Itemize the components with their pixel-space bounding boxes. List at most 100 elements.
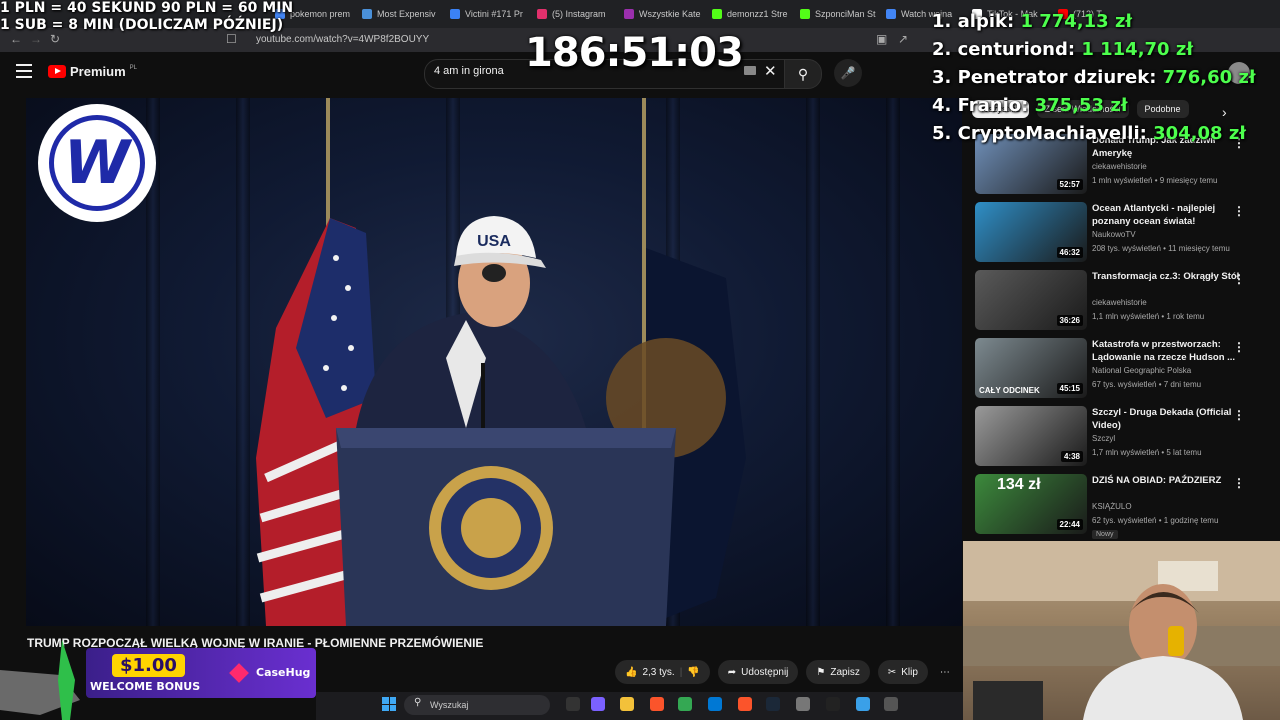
thumbnail-caption: CAŁY ODCINEK: [979, 386, 1040, 395]
donation-amount: 375,53 zł: [1034, 95, 1128, 116]
donation-rule-line: 1 PLN = 40 SEKUND 90 PLN = 60 MIN: [0, 0, 294, 16]
share-label: Udostępnij: [741, 666, 789, 678]
recommendation-meta: 208 tys. wyświetleń • 11 miesięcy temu: [1092, 244, 1230, 253]
steam-icon[interactable]: [766, 697, 780, 711]
browser-icon[interactable]: [738, 697, 752, 711]
bookmark-icon[interactable]: ☐: [226, 32, 237, 46]
donation-amount: 304,08 zł: [1153, 123, 1246, 144]
share-button[interactable]: ➦ Udostępnij: [717, 660, 799, 684]
tab-favicon-icon: [537, 9, 547, 19]
clip-button[interactable]: ✂ Klip: [877, 660, 928, 684]
recommendation-thumbnail[interactable]: 45:15 CAŁY ODCINEK: [975, 338, 1087, 398]
clip-label: Klip: [901, 666, 918, 678]
leaderboard-entry: 3. Penetrator dziurek: 776,60 zł: [932, 64, 1256, 92]
windows-start-icon[interactable]: [382, 697, 396, 711]
search-button[interactable]: ⚲: [784, 59, 822, 89]
mic-icon: 🎤: [840, 66, 856, 80]
tab-favicon-icon: [712, 9, 722, 19]
donor-name: 4. Franio:: [932, 95, 1035, 116]
recommendation-meta: 1,1 mln wyświetleń • 1 rok temu: [1092, 312, 1205, 321]
recommendation-title[interactable]: Szczyl - Druga Dekada (Official Video): [1092, 406, 1242, 432]
leaderboard-entry: 1. alpik: 1 774,13 zł: [932, 8, 1256, 36]
recommendation-title[interactable]: Ocean Atlantycki - najlepiej poznany oce…: [1092, 202, 1242, 228]
recommendation-thumbnail[interactable]: 46:32: [975, 202, 1087, 262]
video-duration: 36:26: [1056, 315, 1083, 326]
more-options-icon[interactable]: ⋮: [1233, 340, 1245, 354]
reload-icon[interactable]: ↻: [50, 32, 60, 46]
more-options-icon[interactable]: ⋮: [1233, 476, 1245, 490]
channel-watermark: W: [38, 104, 156, 222]
brave-icon[interactable]: [650, 697, 664, 711]
donation-amount: 1 774,13 zł: [1020, 11, 1133, 32]
subathon-timer: 186:51:03: [525, 30, 744, 76]
recommendation-title[interactable]: DZIŚ NA OBIAD: PAŹDZIERZ: [1092, 474, 1242, 487]
recommendation-channel[interactable]: KSIĄŻULO: [1092, 502, 1132, 511]
copilot-icon[interactable]: [591, 697, 605, 711]
tab-favicon-icon: [362, 9, 372, 19]
scissors-icon: ✂: [887, 666, 897, 678]
recommendation-item[interactable]: 22:44 134 zł DZIŚ NA OBIAD: PAŹDZIERZ KSIĄŻ…: [975, 474, 1265, 539]
browser-tab[interactable]: SzponciMan St: [800, 4, 882, 24]
tab-label: (5) Instagram: [552, 9, 606, 19]
browser-tab[interactable]: Wszystkie Kate: [624, 4, 706, 24]
taskbar-search[interactable]: Wyszukaj: [404, 695, 550, 715]
settings-icon[interactable]: [796, 697, 810, 711]
recommendation-item[interactable]: 36:26 Transformacja cz.3: Okrągły Stół cie…: [975, 270, 1265, 330]
more-actions-button[interactable]: ⋯: [936, 660, 954, 684]
recommendation-item[interactable]: 4:38 Szczyl - Druga Dekada (Official Vide…: [975, 406, 1265, 466]
donation-amount: 776,60 zł: [1162, 67, 1256, 88]
file-explorer-icon[interactable]: [566, 697, 580, 711]
share-page-icon[interactable]: ↗: [898, 32, 908, 46]
recommendation-channel[interactable]: NaukowoTV: [1092, 230, 1136, 239]
calculator-icon[interactable]: [884, 697, 898, 711]
search-input[interactable]: 4 am in girona: [434, 65, 504, 77]
channel-logo: W: [49, 115, 145, 211]
recommendation-channel[interactable]: National Geographic Polska: [1092, 366, 1191, 375]
like-button[interactable]: 👍 2,3 tys. | 👎: [615, 660, 710, 684]
leaderboard-entry: 2. centuriond: 1 114,70 zł: [932, 36, 1256, 64]
recommendation-thumbnail[interactable]: 22:44 134 zł: [975, 474, 1087, 534]
leaderboard-entry: 4. Franio: 375,53 zł: [932, 92, 1256, 120]
notepad-icon[interactable]: [856, 697, 870, 711]
video-player[interactable]: USA W: [26, 98, 962, 626]
browser-tab[interactable]: demonzz1 Stre: [712, 4, 794, 24]
thumbs-down-icon[interactable]: 👎: [687, 667, 699, 678]
recommendation-thumbnail[interactable]: 4:38: [975, 406, 1087, 466]
back-icon[interactable]: ←: [10, 32, 22, 46]
recommendation-meta: 1 mln wyświetleń • 9 miesięcy temu: [1092, 176, 1218, 185]
cast-icon[interactable]: ▣: [876, 32, 887, 46]
youtube-play-icon: [48, 65, 66, 78]
thumbnail-caption: 134 zł: [997, 476, 1041, 493]
recommendation-item[interactable]: 45:15 CAŁY ODCINEK Katastrofa w przestworz…: [975, 338, 1265, 398]
webcam-scene: [963, 541, 1280, 720]
clear-search-icon[interactable]: ✕: [764, 62, 777, 80]
tab-label: pokemon prem: [290, 9, 351, 19]
more-options-icon[interactable]: ⋮: [1233, 408, 1245, 422]
obs-icon[interactable]: [826, 697, 840, 711]
mic-button[interactable]: 🎤: [834, 59, 862, 87]
chrome-icon[interactable]: [678, 697, 692, 711]
menu-icon[interactable]: [16, 64, 32, 78]
promo-banner: $1.00 WELCOME BONUS CaseHug: [0, 640, 320, 720]
browser-tab[interactable]: (5) Instagram: [537, 4, 619, 24]
more-options-icon[interactable]: ⋮: [1233, 204, 1245, 218]
recommendation-channel[interactable]: Szczyl: [1092, 434, 1115, 443]
forward-icon[interactable]: →: [30, 32, 42, 46]
store-icon[interactable]: [708, 697, 722, 711]
video-duration: 46:32: [1056, 247, 1083, 258]
recommendation-thumbnail[interactable]: 36:26: [975, 270, 1087, 330]
video-actions: 👍 2,3 tys. | 👎 ➦ Udostępnij ⚑ Zapisz ✂ Klip ⋯: [615, 660, 954, 684]
recommendation-channel[interactable]: ciekawehistorie: [1092, 162, 1147, 171]
browser-tab[interactable]: Most Expensiv: [362, 4, 444, 24]
more-options-icon[interactable]: ⋮: [1233, 272, 1245, 286]
keyboard-icon[interactable]: [744, 66, 756, 75]
recommendation-item[interactable]: 46:32 Ocean Atlantycki - najlepiej poznan…: [975, 202, 1265, 262]
folder-icon[interactable]: [620, 697, 634, 711]
recommendation-title[interactable]: Katastrofa w przestworzach: Lądowanie na…: [1092, 338, 1242, 364]
browser-tab[interactable]: Victini #171 Pr: [450, 4, 532, 24]
recommendation-title[interactable]: Transformacja cz.3: Okrągły Stół: [1092, 270, 1242, 283]
save-button[interactable]: ⚑ Zapisz: [806, 660, 870, 684]
logo-region: PL: [129, 64, 137, 71]
recommendation-channel[interactable]: ciekawehistorie: [1092, 298, 1147, 307]
youtube-logo[interactable]: Premium PL: [48, 64, 137, 79]
